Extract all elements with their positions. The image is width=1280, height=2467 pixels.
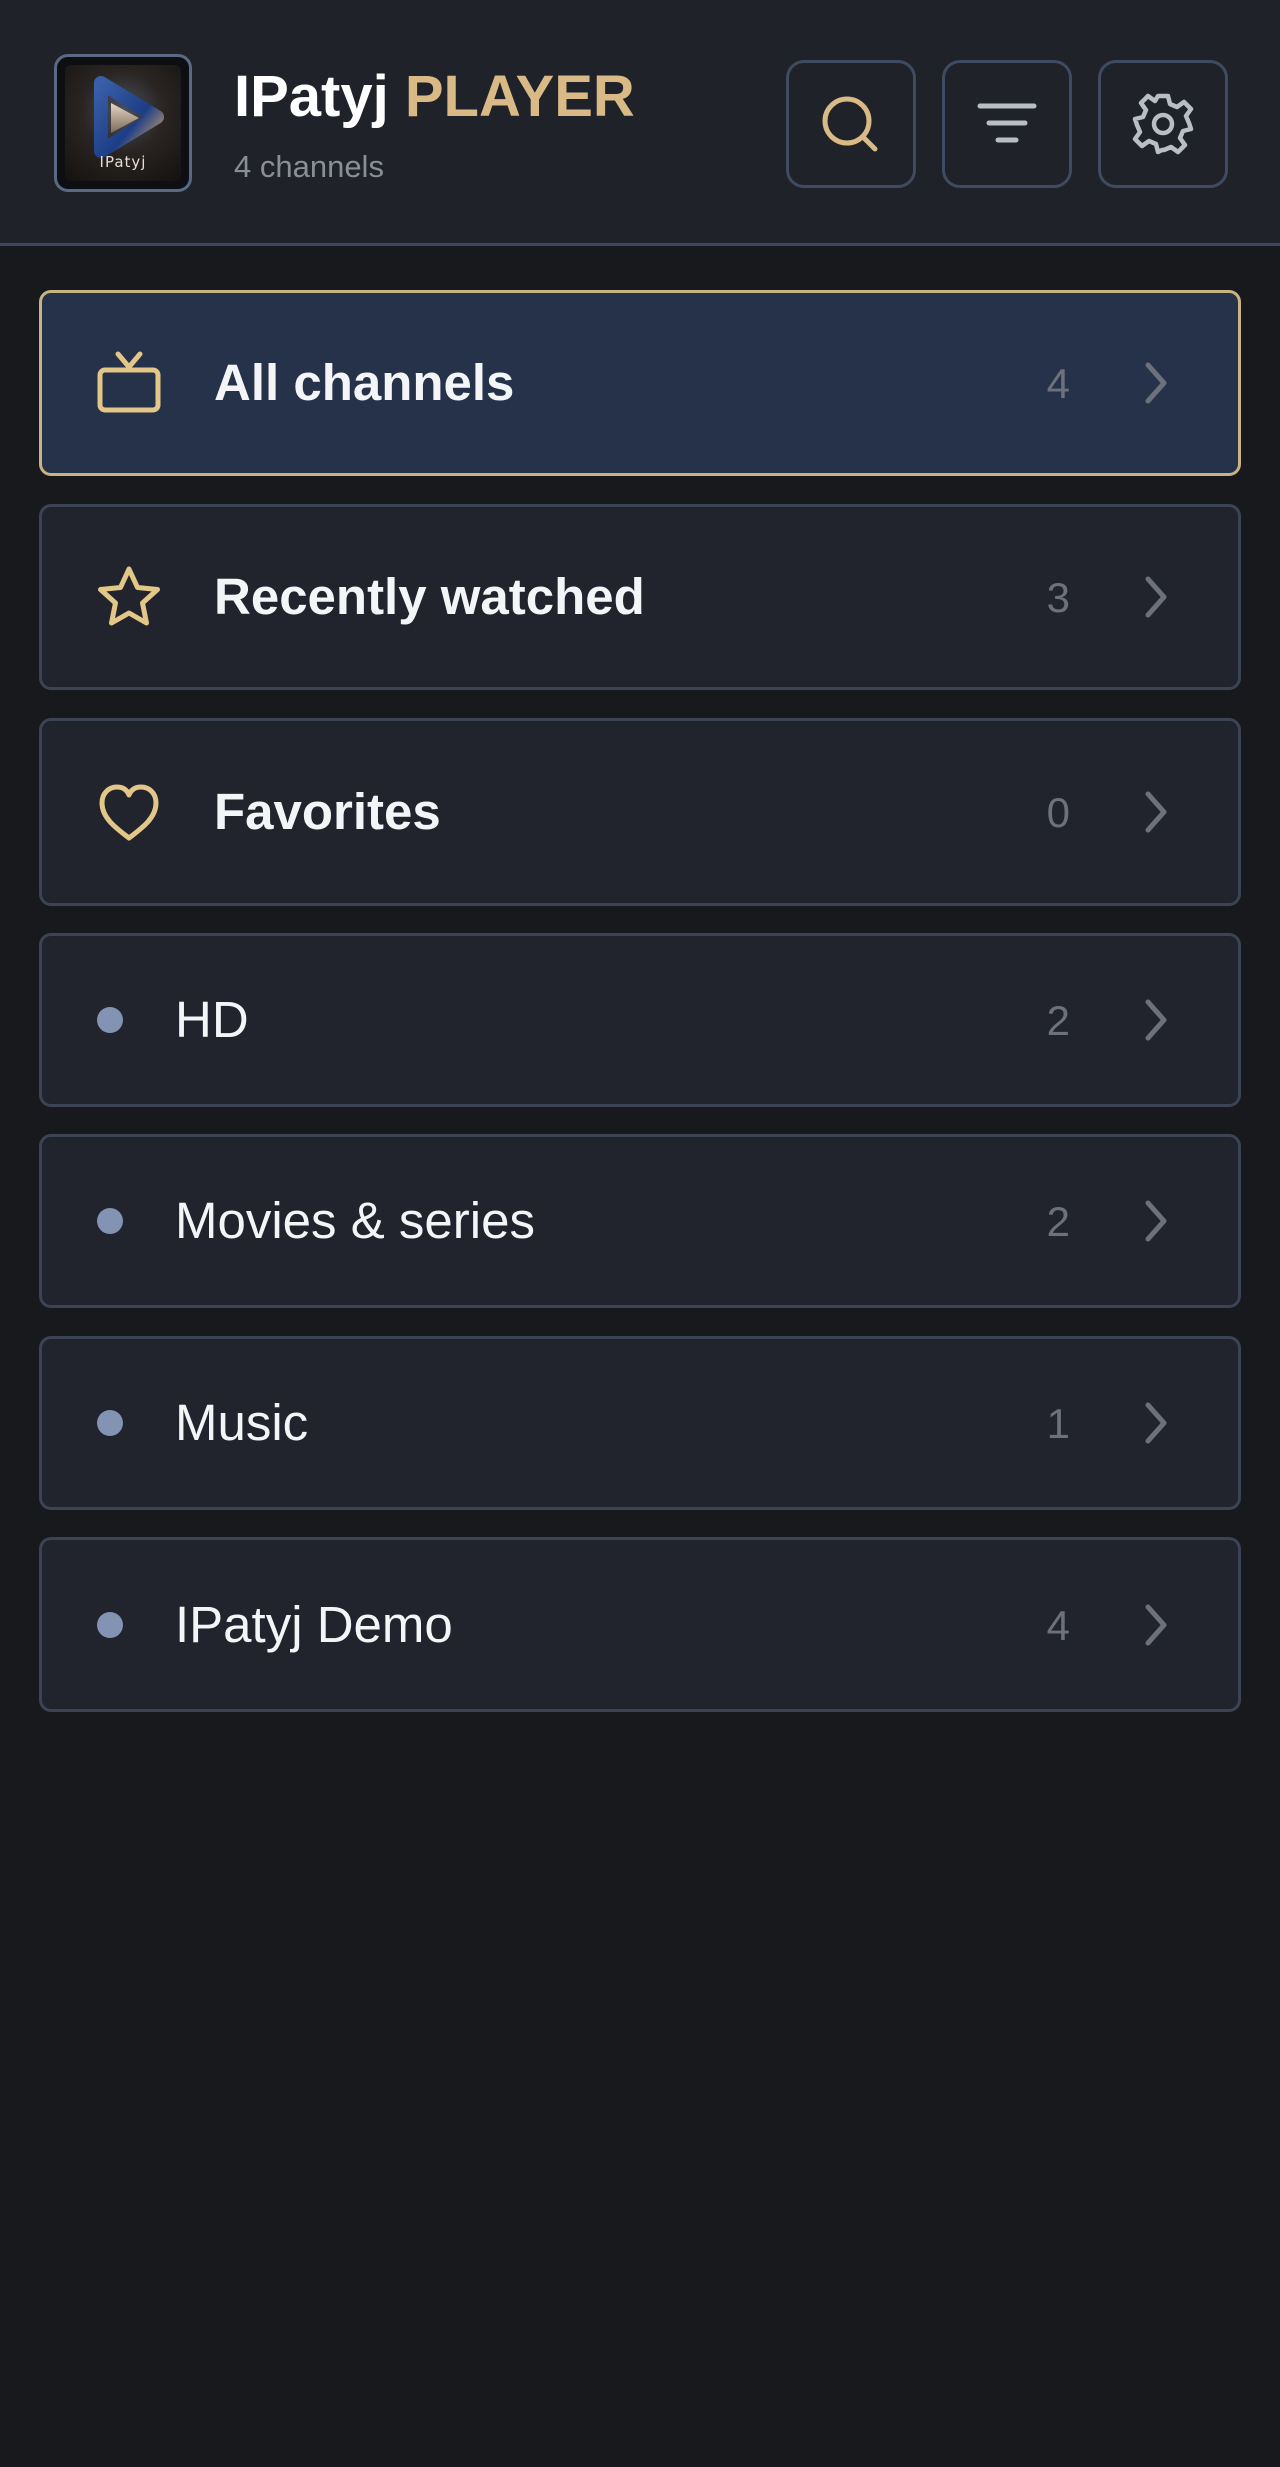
category-hd[interactable]: HD 2 [39, 933, 1241, 1107]
tv-icon [94, 349, 164, 419]
chevron-right-icon [1136, 1196, 1176, 1246]
app-header: IPatyj IPatyj PLAYER 4 channels [0, 0, 1280, 246]
channel-count-subtitle: 4 channels [234, 149, 384, 184]
filter-icon [977, 103, 1037, 143]
category-count: 1 [1046, 1400, 1070, 1447]
category-ipatyj-demo[interactable]: IPatyj Demo 4 [39, 1537, 1241, 1712]
category-dot [97, 1208, 123, 1234]
category-label: Recently watched [214, 568, 645, 625]
category-count: 2 [1046, 997, 1070, 1044]
category-recently-watched[interactable]: Recently watched 3 [39, 504, 1241, 690]
logo-text: IPatyj [99, 153, 147, 171]
app-logo: IPatyj [54, 54, 192, 192]
chevron-right-icon [1136, 1398, 1176, 1448]
category-count: 4 [1046, 1602, 1070, 1649]
category-favorites[interactable]: Favorites 0 [39, 718, 1241, 906]
category-count: 2 [1046, 1198, 1070, 1245]
category-label: Music [175, 1394, 309, 1451]
category-label: Movies & series [175, 1192, 535, 1249]
category-dot [97, 1612, 123, 1638]
category-all-channels[interactable]: All channels 4 [39, 290, 1241, 476]
gear-icon [1132, 93, 1194, 155]
chevron-right-icon [1136, 358, 1176, 408]
search-icon [822, 96, 878, 152]
star-icon [94, 563, 164, 633]
category-dot [97, 1007, 123, 1033]
category-dot [97, 1410, 123, 1436]
category-count: 3 [1046, 574, 1070, 621]
category-count: 4 [1046, 360, 1070, 407]
settings-button[interactable] [1098, 60, 1228, 188]
app-title-accent: PLAYER [404, 64, 635, 129]
category-music[interactable]: Music 1 [39, 1336, 1241, 1510]
app-title: IPatyj PLAYER [234, 62, 635, 132]
filter-button[interactable] [942, 60, 1072, 188]
chevron-right-icon [1136, 1600, 1176, 1650]
heart-icon [94, 778, 164, 848]
chevron-right-icon [1136, 995, 1176, 1045]
app-title-main: IPatyj [234, 64, 389, 129]
category-label: HD [175, 991, 249, 1048]
category-label: Favorites [214, 783, 441, 840]
category-count: 0 [1046, 789, 1070, 836]
logo-artwork: IPatyj [65, 65, 181, 181]
category-movies-series[interactable]: Movies & series 2 [39, 1134, 1241, 1308]
chevron-right-icon [1136, 572, 1176, 622]
chevron-right-icon [1136, 787, 1176, 837]
search-button[interactable] [786, 60, 916, 188]
category-label: All channels [214, 354, 515, 411]
category-label: IPatyj Demo [175, 1596, 453, 1653]
